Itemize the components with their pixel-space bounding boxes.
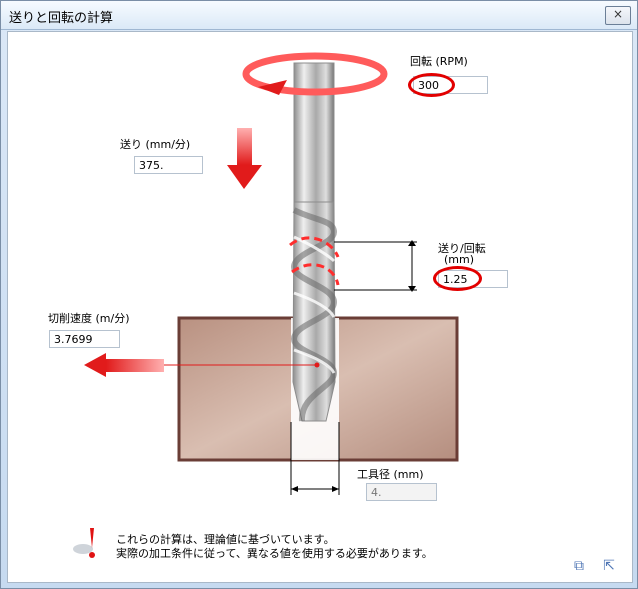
cutting-speed-label: 切削速度 (m/分) [48,312,130,325]
note-line-1: これらの計算は、理論値に基づいています。 [116,533,335,546]
cutting-speed-arrow-head [84,353,106,377]
rpm-highlight [408,73,455,97]
cutting-speed-input[interactable]: 3.7699 [49,330,120,348]
feed-input[interactable]: 375. [134,156,203,174]
copy-icon[interactable]: ⧉ [570,557,588,575]
title-bar: 送りと回転の計算 × [1,1,637,30]
calculator-window: 送りと回転の計算 × 回転 (RPM) 300 送り (mm/分) 375. 送… [0,0,638,589]
note-line-2: 実際の加工条件に従って、異なる値を使用する必要があります。 [116,547,433,560]
feed-label: 送り (mm/分) [120,138,191,151]
dialog-content: 回転 (RPM) 300 送り (mm/分) 375. 送り/回転 (mm) 1… [7,31,633,583]
diameter-input: 4. [366,483,437,501]
per-rev-label-line2: (mm) [444,253,475,266]
diameter-label: 工具径 (mm) [357,468,424,481]
cutting-speed-arrow-shaft [106,359,164,372]
feed-arrow-shaft [237,128,252,165]
window-title: 送りと回転の計算 [9,11,114,26]
export-icon[interactable]: ⇱ [600,557,618,575]
per-rev-highlight [433,266,482,291]
close-button[interactable]: × [605,6,631,25]
drilling-illustration [84,52,459,495]
drill-shank [293,62,335,206]
rpm-label: 回転 (RPM) [410,55,468,68]
warning-icon [73,528,95,558]
feed-arrow-head [227,165,262,189]
